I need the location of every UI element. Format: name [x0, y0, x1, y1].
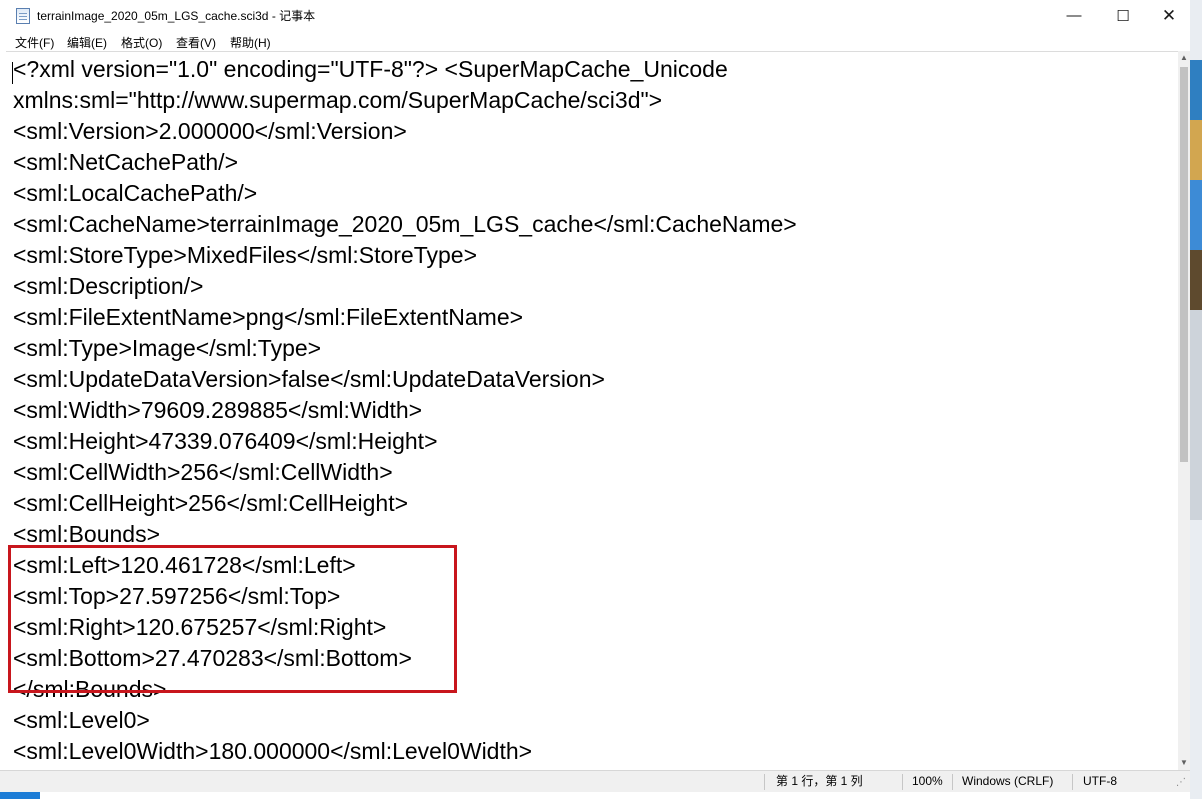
- menu-view[interactable]: 查看(V): [176, 34, 216, 51]
- background-tile: [1190, 120, 1202, 180]
- title-bar[interactable]: terrainImage_2020_05m_LGS_cache.sci3d - …: [0, 0, 1190, 31]
- editor-line: <sml:Version>2.000000</sml:Version>: [13, 118, 407, 144]
- editor-line: <sml:StoreType>MixedFiles</sml:StoreType…: [13, 242, 478, 268]
- menu-bar: 文件(F) 编辑(E) 格式(O) 查看(V) 帮助(H): [0, 31, 1190, 51]
- background-tile: [1190, 250, 1202, 310]
- editor-line: <sml:Top>27.597256</sml:Top>: [13, 583, 341, 609]
- notepad-icon: [16, 8, 30, 24]
- status-bar: 第 1 行，第 1 列 100% Windows (CRLF) UTF-8 ⋰: [0, 770, 1190, 792]
- editor-line: <sml:NetCachePath/>: [13, 149, 239, 175]
- background-window-edge: [1190, 0, 1202, 799]
- close-button[interactable]: ✕: [1146, 0, 1192, 31]
- editor-line: <sml:CellHeight>256</sml:CellHeight>: [13, 490, 409, 516]
- status-divider: [952, 774, 953, 790]
- menu-help[interactable]: 帮助(H): [230, 34, 271, 51]
- editor-line: <sml:CacheName>terrainImage_2020_05m_LGS…: [13, 211, 797, 237]
- editor-line: xmlns:sml="http://www.supermap.com/Super…: [13, 87, 663, 113]
- status-divider: [902, 774, 903, 790]
- taskbar-edge: [40, 792, 1190, 799]
- editor-line: <sml:Bottom>27.470283</sml:Bottom>: [13, 645, 412, 671]
- editor-line: <sml:Left>120.461728</sml:Left>: [13, 552, 356, 578]
- editor-line: <sml:Right>120.675257</sml:Right>: [13, 614, 387, 640]
- editor-line: <sml:Width>79609.289885</sml:Width>: [13, 397, 423, 423]
- menu-edit[interactable]: 编辑(E): [67, 34, 107, 51]
- editor-line: <sml:Bounds>: [13, 521, 161, 547]
- background-tile: [1190, 60, 1202, 120]
- line-ending: Windows (CRLF): [962, 774, 1054, 788]
- window-title: terrainImage_2020_05m_LGS_cache.sci3d - …: [37, 9, 316, 23]
- status-divider: [1072, 774, 1073, 790]
- scroll-down-arrow-icon[interactable]: ▼: [1178, 756, 1190, 770]
- editor-line: <sml:Description/>: [13, 273, 204, 299]
- cursor-position: 第 1 行，第 1 列: [776, 774, 863, 788]
- background-tile: [1190, 310, 1202, 520]
- text-editor[interactable]: <?xml version="1.0" encoding="UTF-8"?> <…: [6, 51, 1178, 770]
- maximize-button[interactable]: ☐: [1100, 0, 1146, 31]
- editor-line: <sml:LocalCachePath/>: [13, 180, 258, 206]
- editor-line: <sml:Level0>: [13, 707, 150, 733]
- background-tile: [1190, 180, 1202, 250]
- editor-line: <sml:Type>Image</sml:Type>: [13, 335, 322, 361]
- editor-line: <sml:FileExtentName>png</sml:FileExtentN…: [13, 304, 524, 330]
- vertical-scrollbar[interactable]: ▲ ▼: [1178, 51, 1190, 770]
- menu-file[interactable]: 文件(F): [15, 34, 54, 51]
- editor-line: <sml:CellWidth>256</sml:CellWidth>: [13, 459, 393, 485]
- taskbar-accent: [0, 792, 40, 799]
- minimize-button[interactable]: —: [1051, 0, 1097, 31]
- zoom-level: 100%: [912, 774, 943, 788]
- menu-format[interactable]: 格式(O): [121, 34, 162, 51]
- notepad-window: terrainImage_2020_05m_LGS_cache.sci3d - …: [0, 0, 1190, 799]
- editor-line: <sml:Level0Width>180.000000</sml:Level0W…: [13, 738, 533, 764]
- scrollbar-thumb[interactable]: [1180, 67, 1188, 462]
- status-divider: [764, 774, 765, 790]
- editor-line: <?xml version="1.0" encoding="UTF-8"?> <…: [13, 56, 728, 82]
- scroll-up-arrow-icon[interactable]: ▲: [1178, 51, 1190, 65]
- editor-line: </sml:Bounds>: [13, 676, 167, 702]
- encoding: UTF-8: [1083, 774, 1117, 788]
- editor-line: <sml:Height>47339.076409</sml:Height>: [13, 428, 438, 454]
- resize-grip-icon[interactable]: ⋰: [1176, 777, 1186, 788]
- editor-line: <sml:UpdateDataVersion>false</sml:Update…: [13, 366, 605, 392]
